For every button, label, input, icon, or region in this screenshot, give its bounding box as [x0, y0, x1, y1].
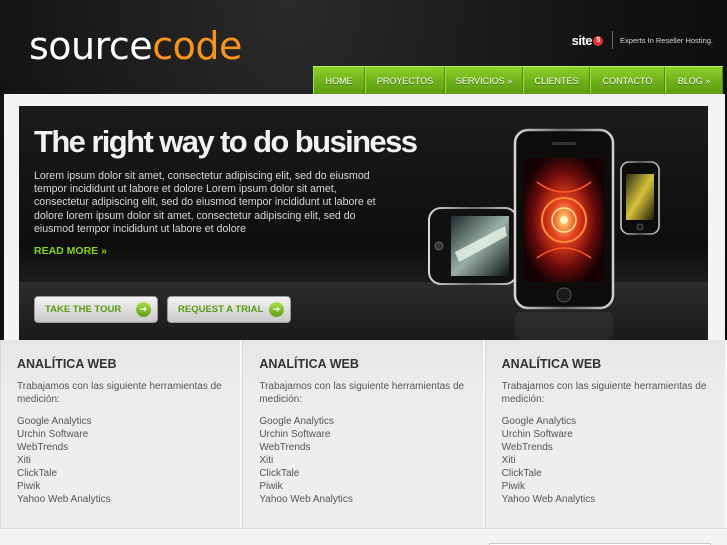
column-intro: Trabajamos con las siguiente herramienta…	[17, 381, 222, 405]
footer-strip	[0, 528, 727, 545]
feature-column: ANALÍTICA WEB Trabajamos con las siguien…	[0, 340, 243, 528]
read-more-link[interactable]: READ MORE »	[34, 245, 107, 257]
list-item: ClickTale	[259, 468, 300, 479]
page: sourcecode site 5 Experts In Reseller Hos…	[0, 0, 727, 545]
request-a-trial-button[interactable]: REQUEST A TRIAL ➔	[167, 296, 291, 323]
list-item: ClickTale	[501, 468, 542, 479]
partner-tagline: Experts In Reseller Hosting.	[620, 35, 713, 45]
main-nav: HOME PROYECTOS SERVICIOS » CLIENTES CONT…	[313, 66, 723, 94]
list-item: Urchin Software	[501, 429, 573, 440]
nav-contacto[interactable]: CONTACTO	[590, 67, 665, 94]
list-item: Xiti	[501, 455, 516, 466]
nav-clientes[interactable]: CLIENTES	[523, 67, 590, 94]
list-item: Google Analytics	[17, 416, 92, 427]
site-logo[interactable]: sourcecode	[29, 24, 242, 68]
logo-part2: code	[152, 24, 242, 68]
list-item: Yahoo Web Analytics	[259, 494, 353, 505]
partner-badge[interactable]: site 5 Experts In Reseller Hosting.	[572, 31, 713, 49]
list-item: Google Analytics	[501, 416, 577, 427]
list-item: Piwik	[17, 481, 41, 492]
tool-list: Google Analytics Urchin Software WebTren…	[17, 415, 226, 506]
hero-banner: The right way to do business Lorem ipsum…	[19, 106, 708, 342]
list-item: Urchin Software	[17, 429, 89, 440]
take-the-tour-button[interactable]: TAKE THE TOUR ➔	[34, 296, 158, 323]
list-item: WebTrends	[17, 442, 69, 453]
list-item: WebTrends	[259, 442, 311, 453]
arrow-right-icon: ➔	[269, 302, 284, 317]
nav-proyectos[interactable]: PROYECTOS	[365, 67, 445, 94]
feature-columns: ANALÍTICA WEB Trabajamos con las siguien…	[0, 340, 727, 528]
hero-title: The right way to do business	[34, 124, 418, 159]
list-item: WebTrends	[501, 442, 553, 453]
list-item: Xiti	[259, 455, 274, 466]
column-title: ANALÍTICA WEB	[259, 357, 359, 371]
nav-home[interactable]: HOME	[313, 67, 365, 94]
column-title: ANALÍTICA WEB	[501, 357, 602, 371]
column-intro: Trabajamos con las siguiente herramienta…	[259, 381, 465, 405]
list-item: Xiti	[17, 455, 31, 466]
request-a-trial-label: REQUEST A TRIAL	[178, 304, 264, 315]
partner-divider	[612, 31, 614, 49]
logo-part1: source	[29, 24, 153, 68]
list-item: Yahoo Web Analytics	[501, 494, 596, 505]
take-the-tour-label: TAKE THE TOUR	[45, 304, 122, 315]
partner-logo-mark: 5	[593, 35, 604, 46]
list-item: Yahoo Web Analytics	[17, 494, 111, 505]
list-item: Piwik	[501, 481, 525, 492]
tool-list: Google Analytics Urchin Software WebTren…	[502, 415, 711, 506]
nav-servicios[interactable]: SERVICIOS »	[445, 67, 523, 94]
hero-text: Lorem ipsum dolor sit amet, consectetur …	[34, 170, 376, 235]
feature-column: ANALÍTICA WEB Trabajamos con las siguien…	[242, 340, 485, 528]
feature-column: ANALÍTICA WEB Trabajamos con las siguien…	[484, 340, 727, 528]
nav-blog[interactable]: BLOG »	[665, 67, 723, 94]
list-item: Urchin Software	[259, 429, 331, 440]
arrow-right-icon: ➔	[136, 302, 151, 317]
tool-list: Google Analytics Urchin Software WebTren…	[259, 415, 468, 506]
list-item: Google Analytics	[259, 416, 334, 427]
partner-logo: site 5	[571, 32, 604, 48]
phones-illustration	[428, 128, 660, 340]
partner-logo-text: site	[571, 32, 593, 48]
list-item: ClickTale	[17, 468, 58, 479]
column-intro: Trabajamos con las siguiente herramienta…	[501, 381, 707, 405]
list-item: Piwik	[259, 481, 283, 492]
column-title: ANALÍTICA WEB	[17, 357, 117, 371]
